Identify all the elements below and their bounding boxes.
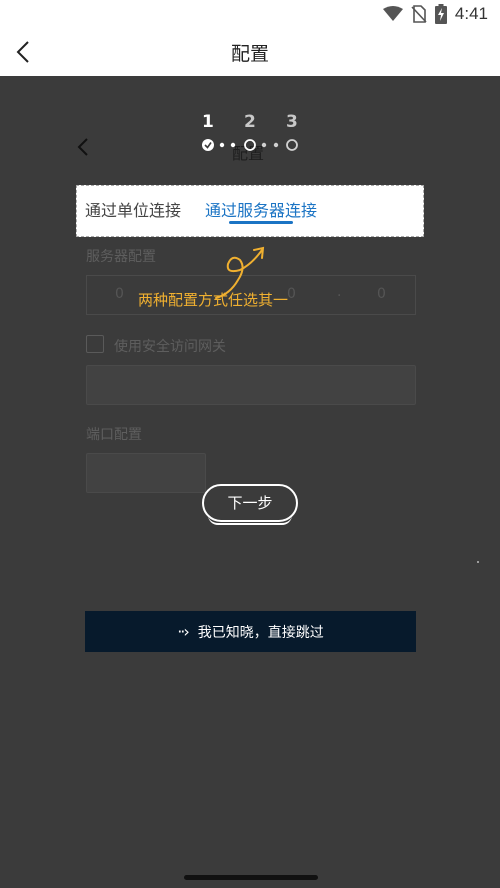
guide-hint: 两种配置方式任选其一 — [138, 291, 289, 309]
pending-step-circle — [286, 139, 298, 151]
port-input[interactable] — [86, 453, 206, 493]
ip-part-4: 0 — [377, 286, 386, 302]
step-progress — [202, 139, 298, 151]
ip-part-1: 0 — [115, 286, 124, 302]
ip-separator: . — [337, 284, 342, 300]
port-config-label: 端口配置 — [86, 427, 142, 443]
no-sim-icon — [411, 5, 427, 23]
step-indicator: 1 2 3 — [196, 112, 306, 156]
current-step-circle — [244, 139, 256, 151]
step-dot — [230, 142, 236, 148]
background-back-icon — [77, 138, 88, 156]
app-bar: 配置 — [0, 28, 500, 76]
status-icons: 4:41 — [382, 4, 488, 24]
step-dot — [219, 142, 225, 148]
skip-guide-label: 我已知晓，直接跳过 — [197, 624, 324, 641]
next-step-button[interactable]: 下一步 — [202, 484, 298, 525]
ip-part-3: 0 — [287, 286, 296, 302]
status-bar: 4:41 — [0, 0, 500, 28]
page-title: 配置 — [230, 43, 269, 65]
connection-tabs: 通过单位连接 通过服务器连接 — [76, 185, 424, 237]
home-indicator[interactable] — [184, 875, 318, 880]
step-number-3: 3 — [286, 112, 298, 132]
status-time: 4:41 — [454, 4, 488, 23]
step-dot — [261, 142, 267, 148]
check-circle-icon — [202, 139, 214, 151]
tab-unit-connection[interactable]: 通过单位连接 — [85, 197, 181, 221]
dotted-arrow-icon: ··› — [177, 622, 190, 641]
wifi-icon — [382, 6, 403, 21]
battery-charging-icon — [434, 4, 447, 24]
active-tab-underline — [229, 221, 293, 224]
server-config-label: 服务器配置 — [86, 249, 156, 265]
secure-gateway-label: 使用安全访问网关 — [114, 339, 226, 355]
tab-server-connection[interactable]: 通过服务器连接 — [205, 197, 317, 221]
secure-gateway-checkbox[interactable] — [86, 335, 104, 353]
gateway-input[interactable] — [86, 365, 416, 405]
step-dot — [273, 142, 279, 148]
decorative-dot — [477, 561, 479, 563]
step-number-1: 1 — [202, 112, 214, 132]
skip-guide-button[interactable]: ··› 我已知晓，直接跳过 — [85, 611, 416, 652]
step-number-2: 2 — [244, 112, 256, 132]
